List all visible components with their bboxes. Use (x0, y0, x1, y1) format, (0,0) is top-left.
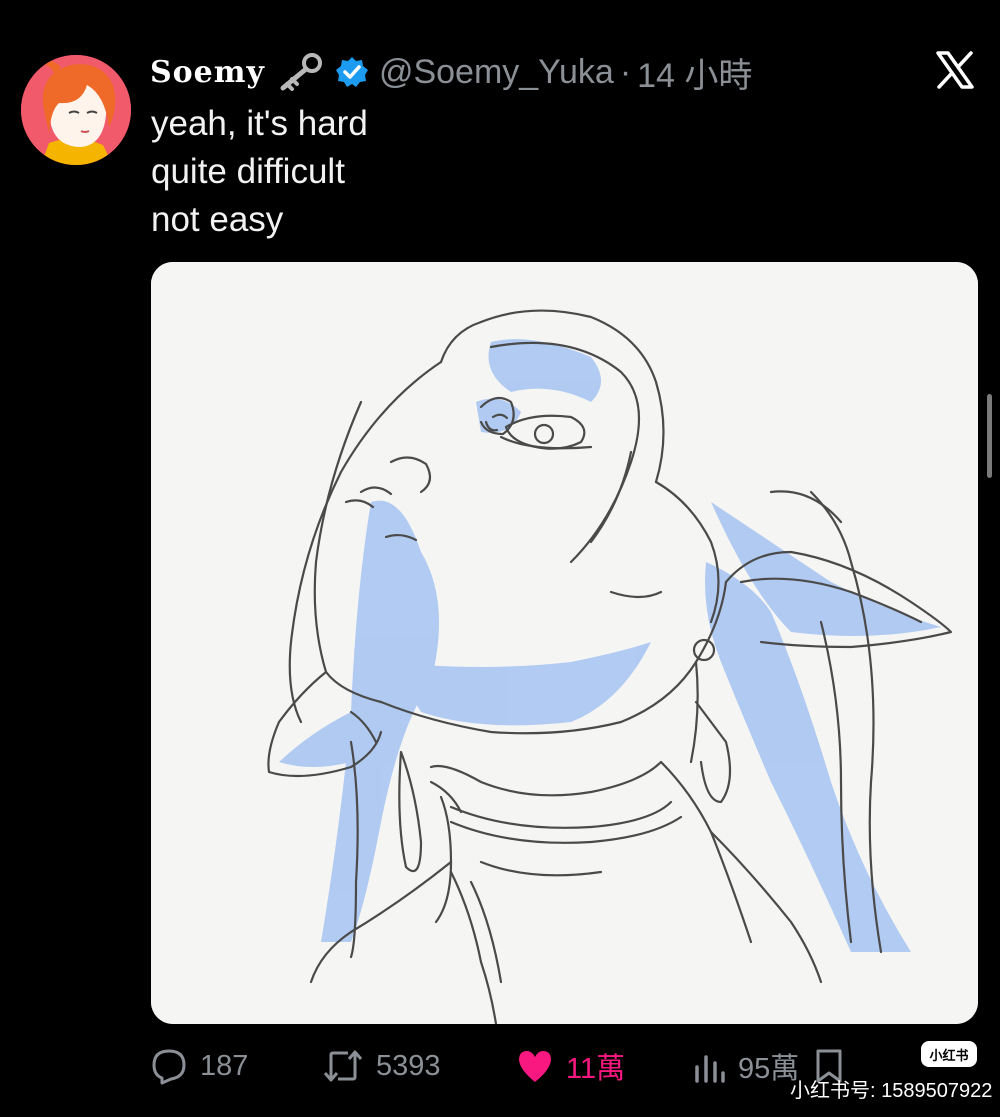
repost-icon (322, 1047, 364, 1085)
display-name[interactable]: Soemy (150, 55, 265, 90)
separator-dot: · (619, 52, 632, 91)
watermark-text: 小红书号: 1589507922 (790, 1080, 993, 1102)
avatar[interactable] (21, 55, 131, 165)
tweet-image[interactable] (151, 262, 978, 1024)
like-count: 11萬 (566, 1053, 626, 1085)
tweet-text-line: not easy (151, 200, 284, 239)
timestamp[interactable]: 14 小時 (637, 48, 752, 97)
x-logo-icon[interactable] (935, 50, 975, 90)
handle[interactable]: @Soemy_Yuka (379, 53, 614, 92)
verified-badge-icon[interactable] (335, 55, 369, 89)
like-button[interactable]: 11萬 (516, 1045, 692, 1087)
repost-button[interactable]: 5393 (322, 1047, 516, 1085)
tweet-text-line: yeah, it's hard (151, 104, 368, 143)
watermark-badge: 小红书 (921, 1041, 977, 1067)
action-bar: 187 5393 11萬 95萬 (150, 1040, 874, 1092)
heart-icon (516, 1048, 554, 1084)
reply-icon (150, 1047, 188, 1085)
tweet-text-line: quite difficult (151, 152, 345, 191)
reply-count: 187 (200, 1049, 249, 1082)
key-icon (275, 52, 325, 92)
views-icon (692, 1049, 726, 1083)
tweet-text: yeah, it's hard quite difficult not easy (151, 100, 368, 244)
repost-count: 5393 (376, 1049, 441, 1082)
reply-button[interactable]: 187 (150, 1047, 322, 1085)
tweet-header: Soemy @Soemy_Yuka · 14 小時 (150, 48, 752, 97)
scrollbar[interactable] (987, 394, 992, 478)
